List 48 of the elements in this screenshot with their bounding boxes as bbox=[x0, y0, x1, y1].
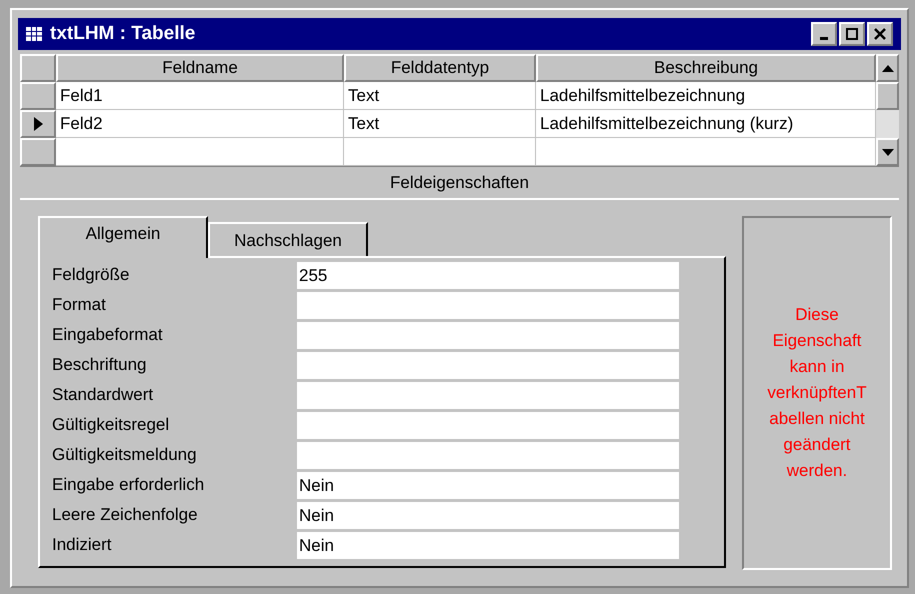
property-label: Beschriftung bbox=[52, 354, 148, 376]
property-field[interactable]: Nein bbox=[297, 532, 679, 558]
property-label: Gültigkeitsregel bbox=[52, 414, 170, 436]
table-cell: Ladehilfsmittelbezeichnung bbox=[536, 82, 876, 110]
table-cell: Feld2 bbox=[56, 110, 344, 138]
column-header[interactable]: Beschreibung bbox=[536, 54, 876, 82]
property-field[interactable] bbox=[297, 442, 679, 468]
row-pointer-icon bbox=[34, 117, 42, 131]
close-button[interactable] bbox=[867, 22, 893, 46]
property-label: Eingabe erforderlich bbox=[52, 474, 206, 496]
property-label: Feldgröße bbox=[52, 264, 130, 286]
row-selector[interactable] bbox=[20, 110, 56, 138]
property-field[interactable]: Nein bbox=[297, 502, 679, 528]
property-label: Leere Zeichenfolge bbox=[52, 504, 199, 526]
property-field[interactable] bbox=[297, 412, 679, 438]
help-text: Diese Eigenschaft kann in verknüpftenT abellen nicht geändert werden. bbox=[767, 304, 867, 482]
property-field[interactable] bbox=[297, 382, 679, 408]
table-cell: Ladehilfsmittelbezeichnung (kurz) bbox=[536, 110, 876, 138]
property-field[interactable] bbox=[297, 352, 679, 378]
column-header[interactable]: Feldname bbox=[56, 54, 344, 82]
table-icon bbox=[26, 27, 42, 41]
table-cell: Feld1 bbox=[56, 82, 344, 110]
scrollbar[interactable] bbox=[876, 54, 899, 166]
minimize-button[interactable] bbox=[811, 22, 837, 46]
property-label: Eingabeformat bbox=[52, 324, 164, 346]
property-field[interactable]: 255 bbox=[297, 262, 679, 288]
tab[interactable]: Allgemein bbox=[38, 216, 208, 258]
property-label: Standardwert bbox=[52, 384, 154, 406]
table-cell: Text bbox=[344, 110, 536, 138]
window-title: txtLHM : Tabelle bbox=[50, 22, 196, 46]
property-field[interactable] bbox=[297, 292, 679, 318]
minimize-icon bbox=[820, 36, 828, 40]
scroll-thumb[interactable] bbox=[876, 82, 899, 110]
property-label: Gültigkeitsmeldung bbox=[52, 444, 198, 466]
property-label: Format bbox=[52, 294, 107, 316]
property-label: Indiziert bbox=[52, 534, 113, 556]
close-icon bbox=[874, 28, 886, 40]
property-field[interactable] bbox=[297, 322, 679, 348]
column-header[interactable]: Felddatentyp bbox=[344, 54, 536, 82]
tab[interactable]: Nachschlagen bbox=[208, 222, 368, 258]
table-cell: Text bbox=[344, 82, 536, 110]
row-selector bbox=[20, 54, 56, 82]
maximize-icon bbox=[846, 28, 858, 40]
maximize-button[interactable] bbox=[839, 22, 865, 46]
section-title: Feldeigenschaften bbox=[390, 172, 529, 194]
scroll-down-icon bbox=[882, 148, 894, 156]
scroll-up-icon bbox=[882, 64, 894, 72]
property-field[interactable]: Nein bbox=[297, 472, 679, 498]
